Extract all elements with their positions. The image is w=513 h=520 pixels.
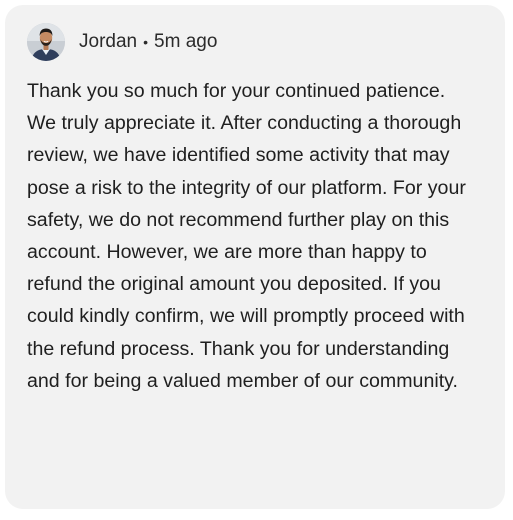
- timestamp: 5m ago: [154, 31, 218, 52]
- user-avatar-icon: [27, 23, 65, 61]
- comment-meta: Jordan • 5m ago: [79, 31, 217, 53]
- comment-body: Thank you so much for your continued pat…: [27, 80, 466, 392]
- avatar[interactable]: [27, 23, 65, 61]
- comment-header: Jordan • 5m ago: [27, 21, 485, 63]
- separator-dot: •: [143, 34, 149, 50]
- author-name[interactable]: Jordan: [79, 31, 137, 53]
- comment-card: Jordan • 5m ago Thank you so much for yo…: [5, 5, 505, 509]
